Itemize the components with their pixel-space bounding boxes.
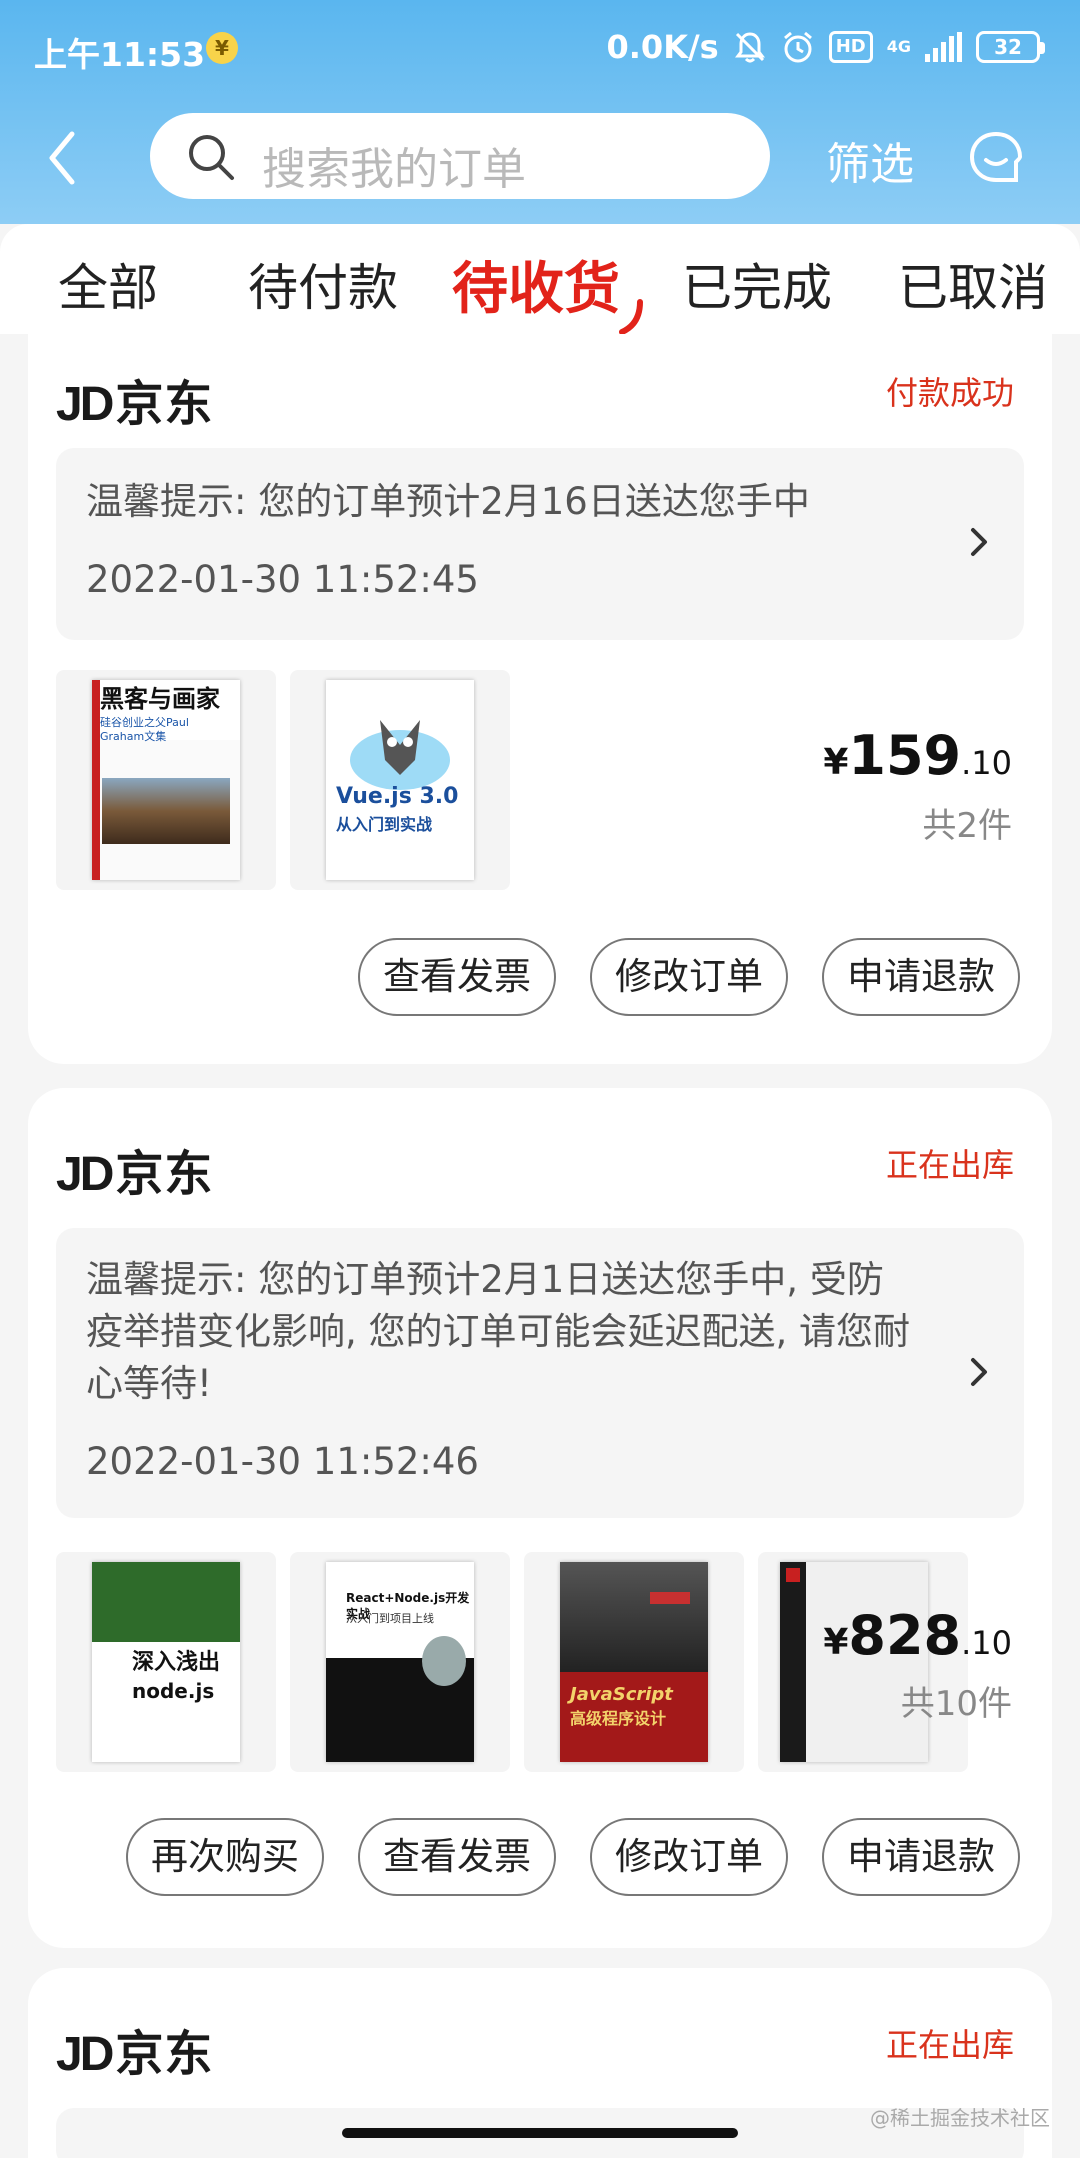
tab-pending-payment[interactable]: 待付款 (248, 248, 398, 320)
order-status: 正在出库 (885, 2026, 1014, 2064)
status-bar: 上午11:53 ¥ 0.0K/s HD 4G 32 (0, 0, 1080, 96)
search-placeholder: 搜索我的订单 (262, 144, 526, 195)
product-thumbnail[interactable]: 黑客与画家 硅谷创业之父Paul Graham文集 (56, 670, 276, 890)
status-time: 上午11:53 (34, 35, 206, 74)
jd-logo: JD (56, 1148, 114, 1201)
message-icon[interactable] (966, 128, 1026, 188)
tab-all[interactable]: 全部 (58, 248, 158, 320)
filter-button[interactable]: 筛选 (826, 128, 914, 192)
buy-again-button[interactable]: 再次购买 (126, 1818, 324, 1896)
network-type: 4G (886, 37, 911, 56)
chevron-right-icon (971, 1358, 987, 1386)
item-count: 共2件 (922, 806, 1012, 846)
book-cover: React+Node.js开发实战 从入门到项目上线 (326, 1562, 474, 1762)
store-name: JD京东 (56, 1146, 214, 1202)
book-cover-art (92, 1562, 240, 1642)
request-refund-button[interactable]: 申请退款 (822, 938, 1020, 1016)
delivery-tip[interactable]: 温馨提示: 您的订单预计2月1日送达您手中, 受防疫举措变化影响, 您的订单可能… (56, 1228, 1024, 1518)
delivery-tip-text: 温馨提示: 您的订单预计2月1日送达您手中, 受防疫举措变化影响, 您的订单可能… (86, 1258, 911, 1405)
book-title: Vue.js 3.0 (336, 784, 459, 809)
book-subtitle: node.js (132, 1679, 215, 1703)
order-card[interactable]: JD京东 付款成功 温馨提示: 您的订单预计2月16日送达您手中 2022-01… (28, 334, 1052, 1064)
jd-logo: JD (56, 378, 114, 431)
product-thumbnail[interactable]: 深入浅出 node.js (56, 1552, 276, 1772)
order-card[interactable]: JD京东 正在出库 温馨提示: 您的订单预计2月1日送达您手中, 受防疫举措变化… (28, 1088, 1052, 1948)
tab-cancelled[interactable]: 已取消 (898, 248, 1048, 320)
order-time: 2022-01-30 11:52:46 (86, 1440, 479, 1483)
book-subtitle: 硅谷创业之父Paul Graham文集 (100, 716, 189, 743)
status-icons: 0.0K/s HD 4G 32 (606, 28, 1045, 66)
order-price: ¥159.10 (823, 724, 1012, 787)
order-time: 2022-01-30 11:52:45 (86, 558, 479, 601)
book-cover-art (102, 778, 230, 844)
jd-logo: JD (56, 2028, 114, 2081)
network-speed: 0.0K/s (606, 28, 719, 66)
order-price: ¥828.10 (823, 1604, 1012, 1667)
book-cover: 黑客与画家 硅谷创业之父Paul Graham文集 (92, 680, 240, 880)
home-indicator[interactable] (342, 2128, 738, 2138)
modify-order-button[interactable]: 修改订单 (590, 1818, 788, 1896)
order-status: 正在出库 (885, 1146, 1014, 1184)
yuan-icon: ¥ (206, 32, 238, 64)
book-title: JavaScript (570, 1684, 673, 1705)
delivery-tip-text: 温馨提示: 您的订单预计2月16日送达您手中 (86, 480, 810, 523)
watermark: @稀土掘金技术社区 (870, 2106, 1050, 2130)
order-status: 付款成功 (885, 374, 1014, 412)
book-cover: Vue.js 3.0 从入门到实战 (326, 680, 474, 880)
tab-completed[interactable]: 已完成 (682, 248, 832, 320)
store-name: JD京东 (56, 376, 214, 432)
hd-icon: HD (828, 31, 873, 63)
book-title: 黑客与画家 (100, 685, 220, 713)
product-thumbnail[interactable]: Vue.js 3.0 从入门到实战 (290, 670, 510, 890)
back-arrow-icon[interactable] (44, 128, 84, 188)
search-input[interactable]: 搜索我的订单 (150, 113, 770, 199)
book-cover-art (560, 1562, 708, 1672)
mute-bell-icon (734, 32, 765, 63)
order-tabs: 全部 待付款 待收货 已完成 已取消 (0, 224, 1080, 335)
item-count: 共10件 (900, 1684, 1012, 1724)
book-cover: 深入浅出 node.js (92, 1562, 240, 1762)
product-thumbnail[interactable]: JavaScript 高级程序设计 (524, 1552, 744, 1772)
product-thumbnail[interactable]: React+Node.js开发实战 从入门到项目上线 (290, 1552, 510, 1772)
signal-icon (925, 32, 962, 62)
raccoon-illustration (422, 1636, 466, 1686)
active-tab-indicator (619, 299, 643, 335)
store-name: JD京东 (56, 2026, 214, 2082)
tab-pending-receipt[interactable]: 待收货 (452, 244, 620, 325)
chevron-right-icon (971, 528, 987, 556)
search-icon (189, 135, 234, 180)
book-subtitle: 从入门到项目上线 (346, 1612, 434, 1625)
view-invoice-button[interactable]: 查看发票 (358, 938, 556, 1016)
book-subtitle: 从入门到实战 (336, 815, 433, 834)
alarm-icon (783, 31, 812, 63)
book-cover: JavaScript 高级程序设计 (560, 1562, 708, 1762)
request-refund-button[interactable]: 申请退款 (822, 1818, 1020, 1896)
book-subtitle: 高级程序设计 (570, 1709, 667, 1728)
battery-icon: 32 (976, 31, 1045, 63)
delivery-tip[interactable]: 温馨提示: 您的订单预计2月16日送达您手中 2022-01-30 11:52:… (56, 448, 1024, 640)
book-title: 深入浅出 (132, 1650, 221, 1675)
modify-order-button[interactable]: 修改订单 (590, 938, 788, 1016)
view-invoice-button[interactable]: 查看发票 (358, 1818, 556, 1896)
